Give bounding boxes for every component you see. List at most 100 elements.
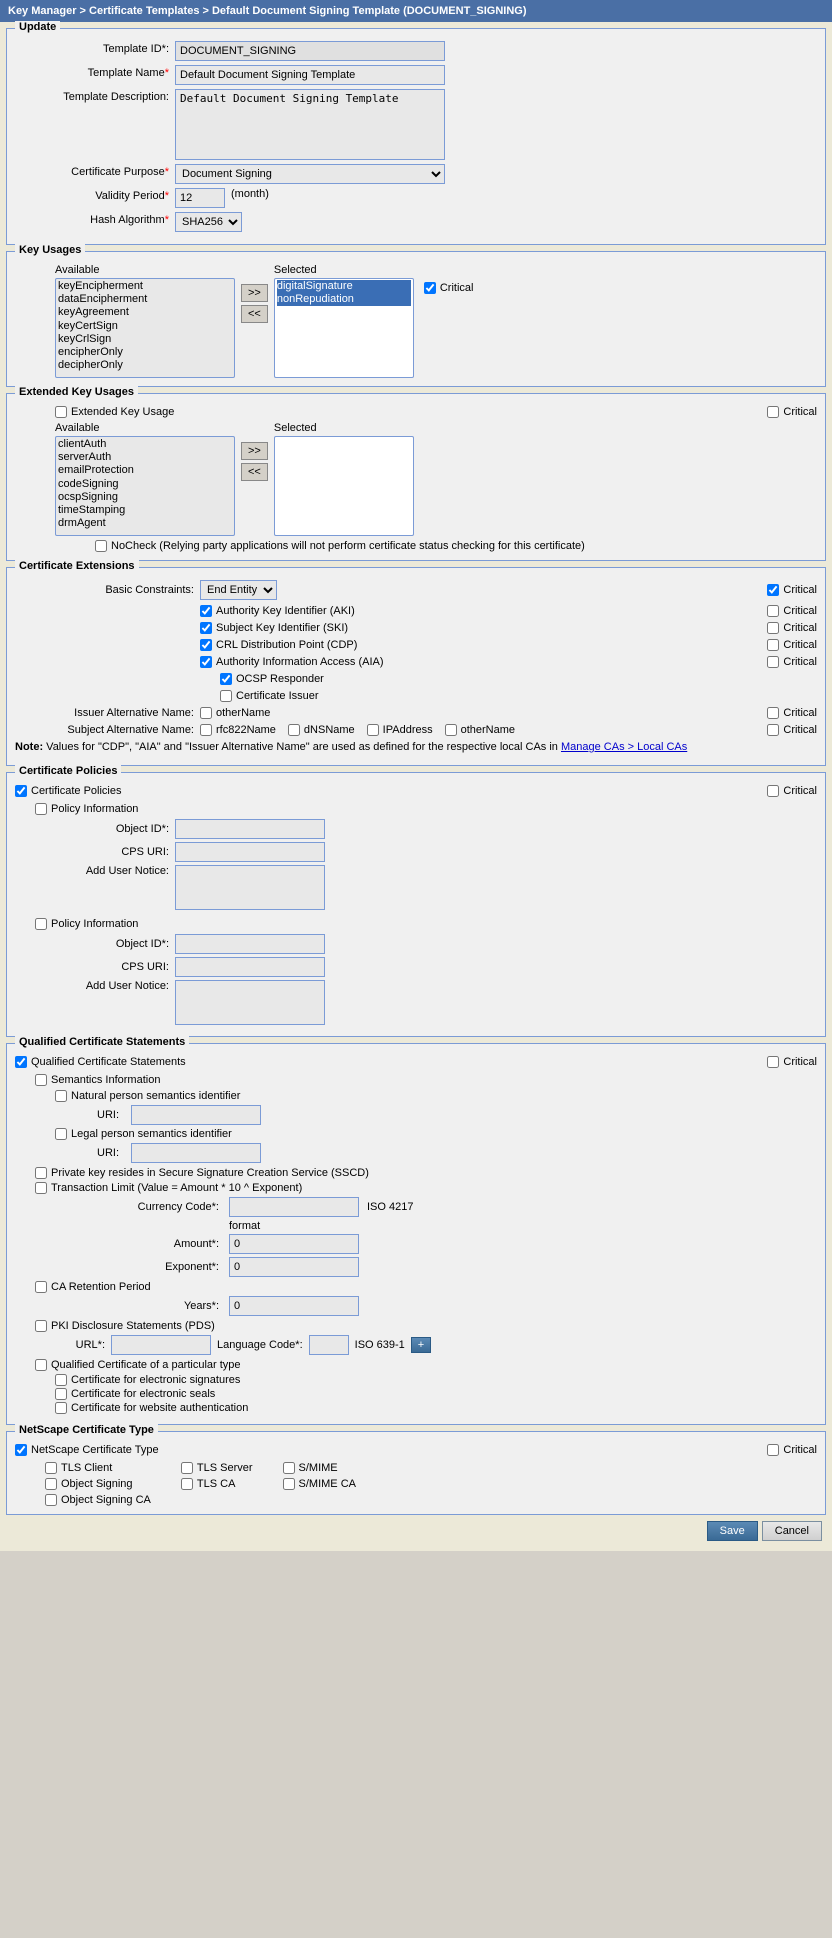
note-content: Values for "CDP", "AIA" and "Issuer Alte… — [46, 741, 558, 753]
aia-checkbox[interactable] — [200, 656, 212, 668]
cps-uri-2-input[interactable] — [175, 957, 325, 977]
natural-person-label: Natural person semantics identifier — [71, 1090, 240, 1102]
obj-id-1-input[interactable] — [175, 819, 325, 839]
move-left-button[interactable]: << — [241, 305, 268, 323]
nocheck-label: NoCheck (Relying party applications will… — [111, 540, 585, 552]
key-usages-critical-checkbox[interactable] — [424, 282, 436, 294]
available-key-usages-list[interactable]: keyEncipherment dataEncipherment keyAgre… — [55, 278, 235, 378]
object-signing-checkbox[interactable] — [45, 1478, 57, 1490]
san-other-checkbox[interactable] — [445, 724, 457, 736]
cert-purpose-select[interactable]: Document Signing — [175, 164, 445, 184]
add-user-notice-1-textarea[interactable] — [175, 865, 325, 910]
cert-policies-critical-checkbox[interactable] — [767, 785, 779, 797]
pki-disclosure-checkbox[interactable] — [35, 1320, 47, 1332]
basic-constraints-critical-checkbox[interactable] — [767, 584, 779, 596]
currency-code-input[interactable] — [229, 1197, 359, 1217]
move-right-button[interactable]: >> — [241, 284, 268, 302]
validity-period-input[interactable] — [175, 188, 225, 208]
tls-ca-label: TLS CA — [197, 1478, 236, 1490]
template-desc-textarea[interactable]: Default Document Signing Template — [175, 89, 445, 160]
tls-ca-checkbox[interactable] — [181, 1478, 193, 1490]
exponent-input[interactable] — [229, 1257, 359, 1277]
semantics-label: Semantics Information — [51, 1074, 160, 1086]
legal-uri-label: URI: — [75, 1147, 125, 1159]
url-input[interactable] — [111, 1335, 211, 1355]
eku-label: Extended Key Usage — [71, 406, 174, 418]
natural-uri-input[interactable] — [131, 1105, 261, 1125]
rfc822-checkbox[interactable] — [200, 724, 212, 736]
nocheck-checkbox[interactable] — [95, 540, 107, 552]
san-critical-checkbox[interactable] — [767, 724, 779, 736]
cert-web-checkbox[interactable] — [55, 1402, 67, 1414]
basic-constraints-select[interactable]: End Entity CA — [200, 580, 277, 600]
years-input[interactable] — [229, 1296, 359, 1316]
cert-esig-checkbox[interactable] — [55, 1374, 67, 1386]
tls-client-checkbox[interactable] — [45, 1462, 57, 1474]
legal-person-checkbox[interactable] — [55, 1128, 67, 1140]
amount-input[interactable] — [229, 1234, 359, 1254]
lang-code-input[interactable] — [309, 1335, 349, 1355]
ns-cert-type-checkbox[interactable] — [15, 1444, 27, 1456]
aki-checkbox[interactable] — [200, 605, 212, 617]
eku-selected-list[interactable] — [274, 436, 414, 536]
legal-uri-input[interactable] — [131, 1143, 261, 1163]
semantics-checkbox[interactable] — [35, 1074, 47, 1086]
eku-move-right-button[interactable]: >> — [241, 442, 268, 460]
issuer-alt-critical-label: Critical — [783, 707, 817, 719]
transaction-limit-checkbox[interactable] — [35, 1182, 47, 1194]
hash-algorithm-select[interactable]: SHA256 SHA384 SHA512 — [175, 212, 242, 232]
issuer-alt-name-label: Issuer Alternative Name: — [15, 707, 200, 719]
extended-key-usages-section: Extended Key Usages Extended Key Usage C… — [6, 393, 826, 561]
dns-checkbox[interactable] — [288, 724, 300, 736]
note-strong: Note: — [15, 741, 43, 753]
cert-issuer-label: Certificate Issuer — [236, 690, 319, 702]
ca-retention-checkbox[interactable] — [35, 1281, 47, 1293]
cdp-checkbox[interactable] — [200, 639, 212, 651]
policy-info-2-checkbox[interactable] — [35, 918, 47, 930]
qcs-critical-checkbox[interactable] — [767, 1056, 779, 1068]
qcs-legend: Qualified Certificate Statements — [15, 1036, 189, 1048]
ocsp-checkbox[interactable] — [220, 673, 232, 685]
cert-eseal-checkbox[interactable] — [55, 1388, 67, 1400]
certificate-extensions-section: Certificate Extensions Basic Constraints… — [6, 567, 826, 766]
smime-checkbox[interactable] — [283, 1462, 295, 1474]
lang-code-label: Language Code*: — [217, 1339, 303, 1351]
tls-server-checkbox[interactable] — [181, 1462, 193, 1474]
qual-cert-type-checkbox[interactable] — [35, 1359, 47, 1371]
cert-issuer-checkbox[interactable] — [220, 690, 232, 702]
aia-critical-checkbox[interactable] — [767, 656, 779, 668]
rfc822-label: rfc822Name — [216, 724, 276, 736]
smime-ca-label: S/MIME CA — [299, 1478, 356, 1490]
qcs-checkbox[interactable] — [15, 1056, 27, 1068]
cancel-button[interactable]: Cancel — [762, 1521, 822, 1541]
ns-critical-checkbox[interactable] — [767, 1444, 779, 1456]
ip-checkbox[interactable] — [367, 724, 379, 736]
eku-move-left-button[interactable]: << — [241, 463, 268, 481]
ski-checkbox[interactable] — [200, 622, 212, 634]
private-key-checkbox[interactable] — [35, 1167, 47, 1179]
aki-critical-checkbox[interactable] — [767, 605, 779, 617]
eku-selected-label: Selected — [274, 422, 317, 434]
issuer-alt-critical-checkbox[interactable] — [767, 707, 779, 719]
save-button[interactable]: Save — [707, 1521, 758, 1541]
key-usages-section: Key Usages Available keyEncipherment dat… — [6, 251, 826, 387]
add-pds-button[interactable]: + — [411, 1337, 431, 1353]
cert-policies-checkbox[interactable] — [15, 785, 27, 797]
issuer-alt-other-checkbox[interactable] — [200, 707, 212, 719]
note-link[interactable]: Manage CAs > Local CAs — [561, 741, 687, 753]
ski-critical-checkbox[interactable] — [767, 622, 779, 634]
eku-checkbox[interactable] — [55, 406, 67, 418]
natural-person-checkbox[interactable] — [55, 1090, 67, 1102]
object-signing-ca-checkbox[interactable] — [45, 1494, 57, 1506]
cps-uri-1-input[interactable] — [175, 842, 325, 862]
eku-critical-checkbox[interactable] — [767, 406, 779, 418]
obj-id-2-input[interactable] — [175, 934, 325, 954]
policy-info-1-checkbox[interactable] — [35, 803, 47, 815]
cdp-critical-checkbox[interactable] — [767, 639, 779, 651]
add-user-notice-2-textarea[interactable] — [175, 980, 325, 1025]
eku-available-list[interactable]: clientAuth serverAuth emailProtection co… — [55, 436, 235, 536]
selected-key-usages-list[interactable]: digitalSignature nonRepudiation — [274, 278, 414, 378]
smime-ca-checkbox[interactable] — [283, 1478, 295, 1490]
template-id-input[interactable] — [175, 41, 445, 61]
template-name-input[interactable] — [175, 65, 445, 85]
